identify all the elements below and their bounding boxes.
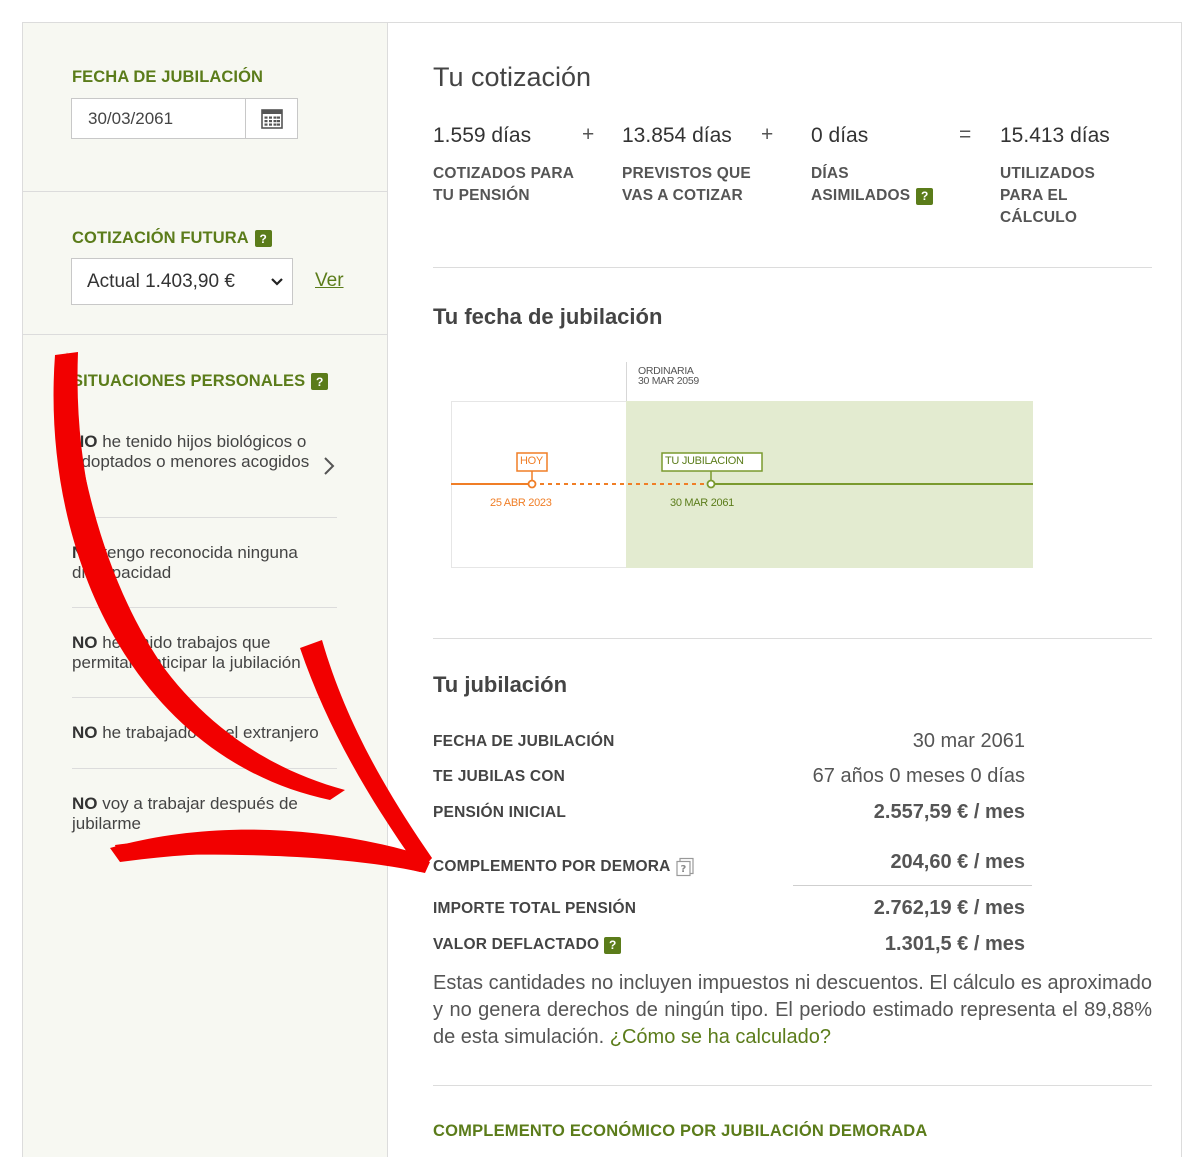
help-icon[interactable]: ? — [604, 936, 622, 954]
chevron-down-icon — [271, 277, 283, 286]
today-point — [527, 479, 537, 489]
days-total-label: UTILIZADOS PARA EL CÁLCULO — [1000, 165, 1095, 226]
personal-situations-label: SITUACIONES PERSONALES ? — [72, 372, 329, 391]
info-document-icon[interactable]: ? — [675, 857, 695, 877]
row-value-deflated: 1.301,5 € / mes — [884, 933, 1025, 955]
situation-item-disability[interactable]: NO tengo reconocida ninguna discapacidad — [72, 543, 337, 583]
contribution-title: Tu cotización — [433, 62, 592, 92]
sum-divider — [793, 885, 1032, 886]
situation-divider — [72, 697, 337, 698]
retirement-date-label: FECHA DE JUBILACIÓN — [72, 68, 264, 86]
sidebar-divider — [22, 191, 388, 192]
section-divider — [433, 267, 1152, 268]
row-value-age: 67 años 0 meses 0 días — [812, 765, 1025, 787]
days-expected-value: 13.854 días — [622, 124, 732, 147]
retire-label: TU JUBILACION — [665, 455, 744, 467]
ordinary-marker-line — [626, 362, 627, 402]
row-label-initial-pension: PENSIÓN INICIAL — [433, 804, 567, 821]
days-contributed-value: 1.559 días — [433, 124, 532, 147]
help-icon[interactable]: ? — [311, 373, 329, 390]
row-value-date: 30 mar 2061 — [912, 730, 1025, 752]
disclaimer-note: Estas cantidades no incluyen impuestos n… — [433, 972, 1152, 1048]
timeline-title: Tu fecha de jubilación — [433, 304, 663, 329]
sidebar-divider — [22, 334, 388, 335]
future-contribution-select[interactable]: Actual 1.403,90 € — [71, 258, 293, 305]
calendar-icon[interactable] — [246, 99, 297, 138]
row-value-delay-supplement: 204,60 € / mes — [890, 851, 1025, 873]
days-expected-label: PREVISTOS QUE VAS A COTIZAR — [622, 165, 751, 204]
retirement-title: Tu jubilación — [433, 672, 568, 697]
situation-divider — [72, 768, 337, 769]
today-date: 25 ABR 2023 — [490, 497, 552, 509]
ordinary-date: 30 MAR 2059 — [638, 375, 699, 387]
retire-date: 30 MAR 2061 — [670, 497, 734, 509]
today-label: HOY — [520, 455, 543, 467]
help-icon[interactable]: ? — [916, 187, 934, 205]
situation-item-children[interactable]: NO he tenido hijos biológicos o adoptado… — [72, 432, 337, 472]
how-calculated-link[interactable]: ¿Cómo se ha calculado? — [610, 1026, 831, 1048]
days-assimilated-value: 0 días — [811, 124, 869, 147]
days-assimilated-label: DÍAS ASIMILADOS? — [811, 163, 934, 207]
section-divider — [433, 638, 1152, 639]
situation-divider — [72, 517, 337, 518]
row-label-delay-supplement: COMPLEMENTO POR DEMORA ? — [433, 857, 695, 877]
row-label-date: FECHA DE JUBILACIÓN — [433, 733, 615, 750]
situation-item-abroad[interactable]: NO he trabajado en el extranjero — [72, 723, 337, 743]
section-divider — [433, 1085, 1152, 1086]
row-value-total-pension: 2.762,19 € / mes — [873, 897, 1025, 919]
delayed-retirement-heading: COMPLEMENTO ECONÓMICO POR JUBILACIÓN DEM… — [433, 1122, 928, 1140]
row-label-deflated: VALOR DEFLACTADO ? — [433, 936, 622, 954]
situation-item-work-after[interactable]: NO voy a trabajar después de jubilarme — [72, 794, 337, 834]
situation-item-early-jobs[interactable]: NO he tenido trabajos que permitan antic… — [72, 633, 337, 673]
days-total-value: 15.413 días — [1000, 124, 1110, 147]
timeline-svg — [451, 452, 1033, 489]
ver-link[interactable]: Ver — [315, 270, 344, 292]
retire-point — [706, 479, 716, 489]
days-contributed-label: COTIZADOS PARA TU PENSIÓN — [433, 165, 575, 204]
row-label-age: TE JUBILAS CON — [433, 768, 565, 785]
plus-operator: + — [582, 123, 595, 146]
chevron-right-icon[interactable] — [322, 456, 336, 476]
sidebar — [22, 22, 388, 1157]
retirement-date-input[interactable]: 30/03/2061 — [71, 98, 298, 139]
future-contribution-selected: Actual 1.403,90 € — [87, 270, 235, 292]
equals-operator: = — [959, 123, 972, 146]
plus-operator: + — [761, 123, 774, 146]
help-icon[interactable]: ? — [254, 230, 272, 247]
future-contribution-label: COTIZACIÓN FUTURA ? — [72, 229, 272, 248]
row-label-total-pension: IMPORTE TOTAL PENSIÓN — [433, 900, 637, 917]
row-value-initial-pension: 2.557,59 € / mes — [873, 801, 1025, 823]
svg-text:?: ? — [681, 864, 687, 875]
situation-divider — [72, 607, 337, 608]
retirement-date-value[interactable]: 30/03/2061 — [72, 99, 246, 138]
